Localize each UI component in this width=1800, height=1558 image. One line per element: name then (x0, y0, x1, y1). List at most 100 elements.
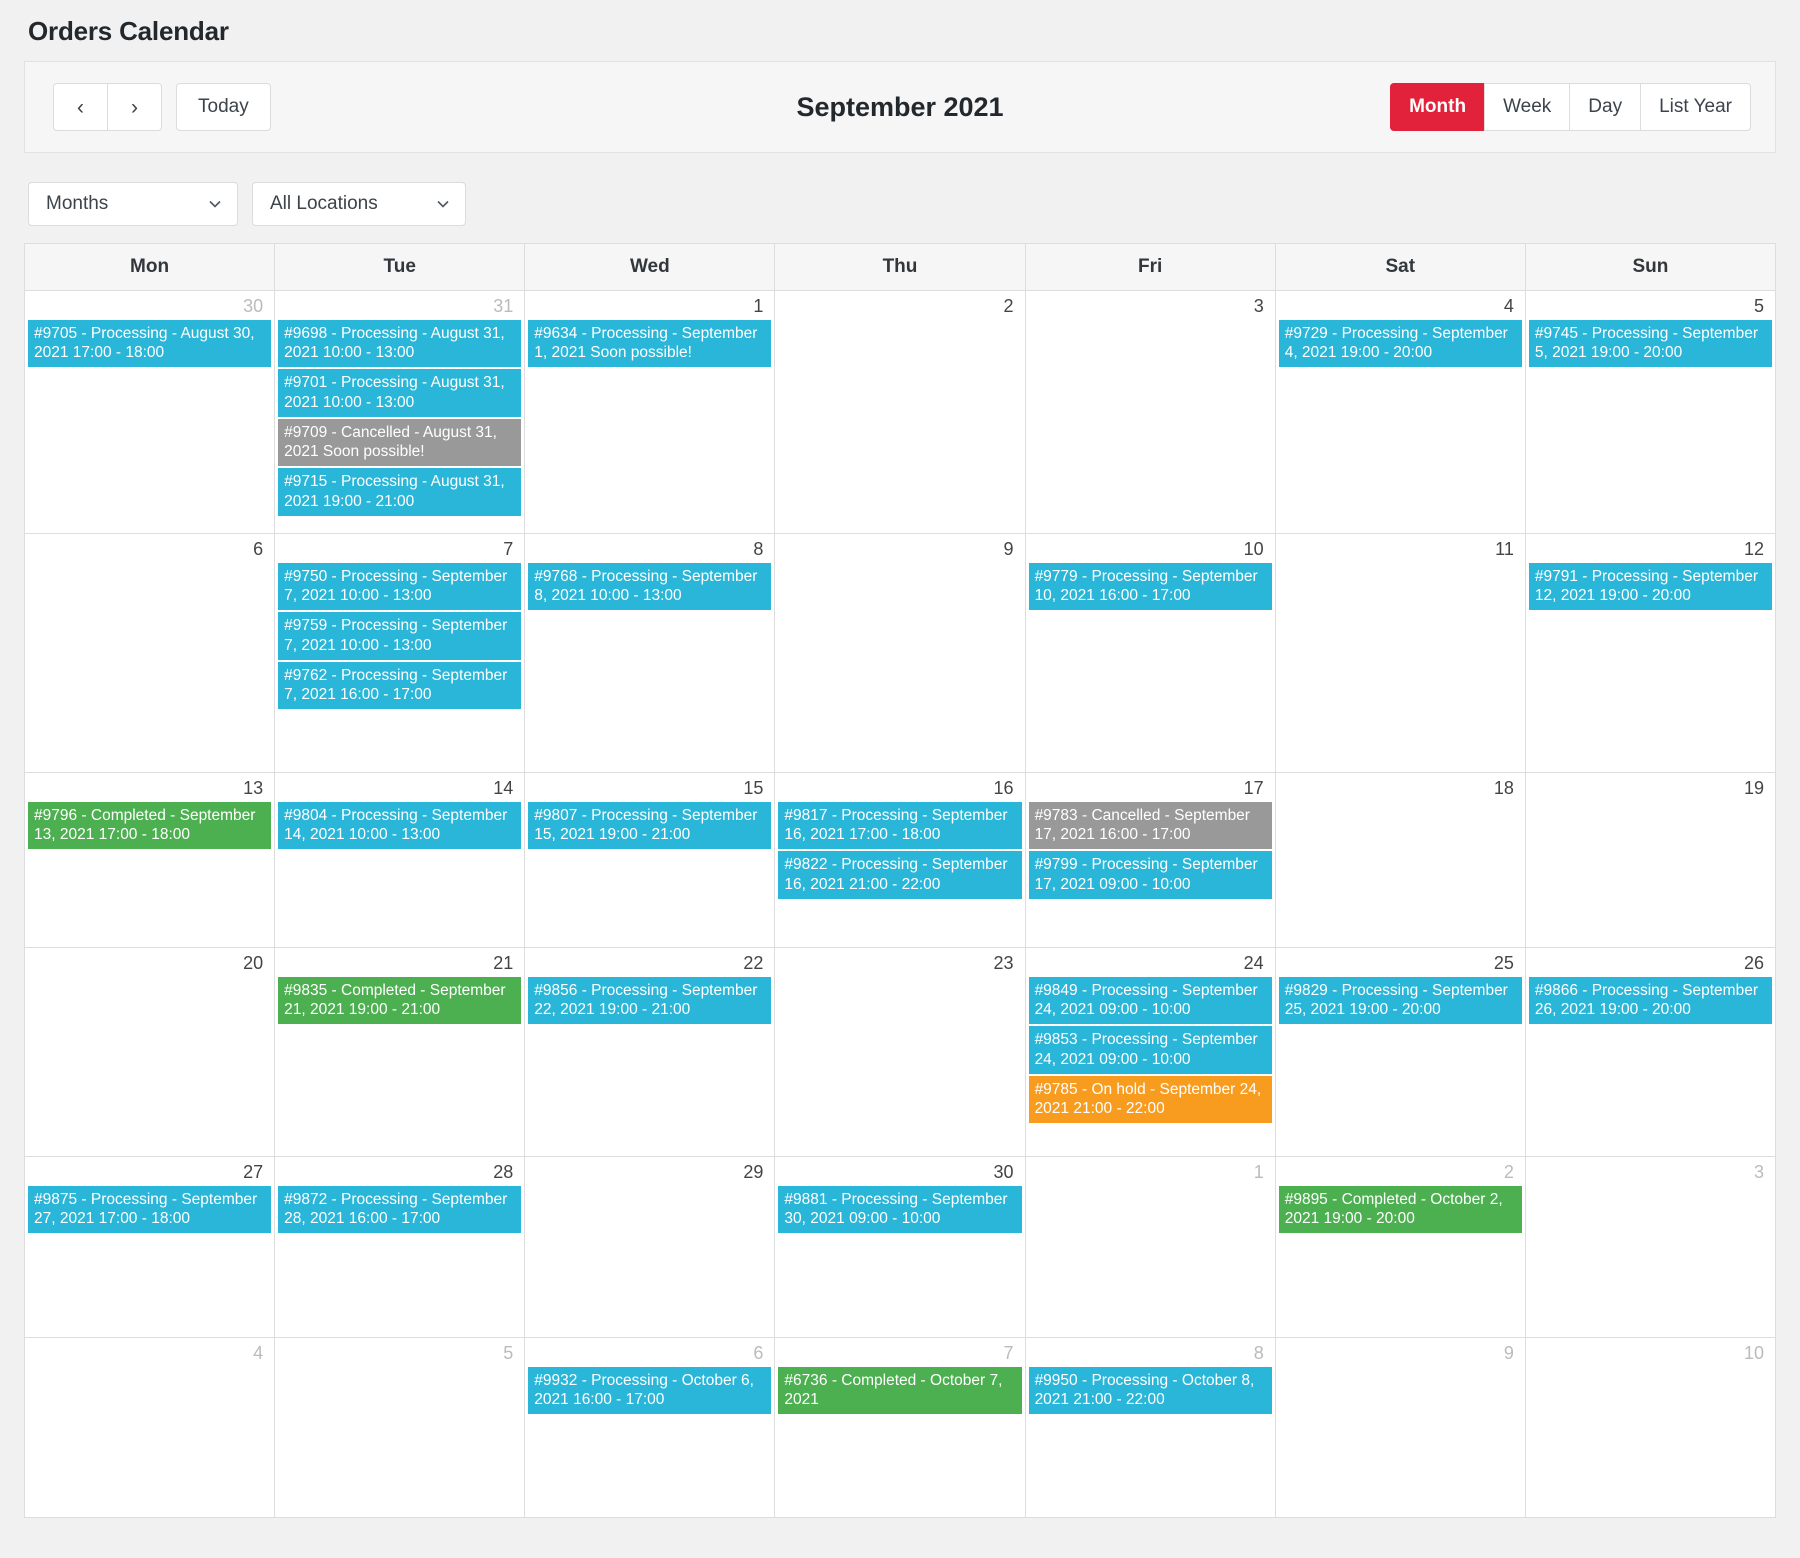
day-cell[interactable]: 2 #9895 - Completed - October 2, 2021 19:… (1275, 1157, 1526, 1338)
calendar-event[interactable]: #9745 - Processing - September 5, 2021 1… (1528, 320, 1772, 368)
day-cell[interactable]: 28 #9872 - Processing - September 28, 202… (275, 1157, 526, 1338)
calendar-event[interactable]: #9881 - Processing - September 30, 2021 … (778, 1186, 1022, 1234)
day-cell[interactable]: 31 #9698 - Processing - August 31, 2021 1… (275, 291, 526, 534)
calendar-event[interactable]: #9705 - Processing - August 30, 2021 17:… (28, 320, 272, 368)
calendar-event[interactable]: #9698 - Processing - August 31, 2021 10:… (278, 320, 522, 368)
day-cell[interactable]: 21 #9835 - Completed - September 21, 2021… (275, 948, 526, 1157)
day-number: 13 (243, 778, 264, 798)
prev-month-button[interactable]: ‹ (53, 83, 108, 131)
day-cell[interactable]: 14 #9804 - Processing - September 14, 202… (275, 773, 526, 948)
day-cell[interactable]: 16 #9817 - Processing - September 16, 202… (775, 773, 1026, 948)
calendar-event[interactable]: #9759 - Processing - September 7, 2021 1… (278, 612, 522, 660)
day-cell[interactable]: 10 #9779 - Processing - September 10, 202… (1025, 534, 1276, 773)
calendar-event[interactable]: #9701 - Processing - August 31, 2021 10:… (278, 369, 522, 417)
day-cell[interactable]: 15 #9807 - Processing - September 15, 202… (525, 773, 776, 948)
calendar-event[interactable]: #9853 - Processing - September 24, 2021 … (1028, 1026, 1272, 1074)
day-cell[interactable]: 25 #9829 - Processing - September 25, 202… (1275, 948, 1526, 1157)
day-cell[interactable]: 1 (1025, 1157, 1276, 1338)
calendar-event[interactable]: #9817 - Processing - September 16, 2021 … (778, 802, 1022, 850)
calendar-event[interactable]: #9822 - Processing - September 16, 2021 … (778, 851, 1022, 899)
calendar-event[interactable]: #9785 - On hold - September 24, 2021 21:… (1028, 1075, 1272, 1124)
next-month-button[interactable]: › (107, 83, 162, 131)
day-number: 26 (1743, 953, 1764, 973)
week-row: 30 #9705 - Processing - August 30, 2021 1… (25, 291, 1776, 534)
day-cell[interactable]: 13 #9796 - Completed - September 13, 2021… (25, 773, 276, 948)
calendar-event[interactable]: #9835 - Completed - September 21, 2021 1… (278, 977, 522, 1025)
calendar-event[interactable]: #9849 - Processing - September 24, 2021 … (1028, 977, 1272, 1025)
calendar-event[interactable]: #9762 - Processing - September 7, 2021 1… (278, 661, 522, 710)
calendar-event[interactable]: #9950 - Processing - October 8, 2021 21:… (1028, 1367, 1272, 1415)
day-cell[interactable]: 29 (525, 1157, 776, 1338)
day-cell[interactable]: 5 #9745 - Processing - September 5, 2021 … (1525, 291, 1776, 534)
calendar-event[interactable]: #9796 - Completed - September 13, 2021 1… (28, 802, 272, 850)
calendar-event[interactable]: #9715 - Processing - August 31, 2021 19:… (278, 468, 522, 516)
calendar-event[interactable]: #9791 - Processing - September 12, 2021 … (1528, 563, 1772, 611)
day-events: #9729 - Processing - September 4, 2021 1… (1276, 320, 1525, 371)
day-cell[interactable]: 8 #9768 - Processing - September 8, 2021 … (525, 534, 776, 773)
day-number: 5 (503, 1343, 514, 1363)
view-button-list-year[interactable]: List Year (1640, 83, 1751, 131)
day-cell[interactable]: 1 #9634 - Processing - September 1, 2021 … (525, 291, 776, 534)
day-cell[interactable]: 4 (25, 1338, 276, 1518)
calendar-event[interactable]: #9804 - Processing - September 14, 2021 … (278, 802, 522, 850)
day-cell[interactable]: 30 #9705 - Processing - August 30, 2021 1… (25, 291, 276, 534)
chevron-down-icon (437, 198, 449, 210)
day-cell[interactable]: 7 #9750 - Processing - September 7, 2021 … (275, 534, 526, 773)
calendar-event[interactable]: #9932 - Processing - October 6, 2021 16:… (528, 1367, 772, 1415)
day-cell[interactable]: 12 #9791 - Processing - September 12, 202… (1525, 534, 1776, 773)
day-cell[interactable]: 9 (1275, 1338, 1526, 1518)
day-cell[interactable]: 2 (775, 291, 1026, 534)
calendar-event[interactable]: #9783 - Cancelled - September 17, 2021 1… (1028, 802, 1272, 850)
calendar-event[interactable]: #9866 - Processing - September 26, 2021 … (1528, 977, 1772, 1025)
dow-thu: Thu (775, 244, 1026, 291)
view-button-week[interactable]: Week (1484, 83, 1571, 131)
day-cell[interactable]: 3 (1025, 291, 1276, 534)
day-cell[interactable]: 22 #9856 - Processing - September 22, 202… (525, 948, 776, 1157)
day-cell[interactable]: 27 #9875 - Processing - September 27, 202… (25, 1157, 276, 1338)
calendar-event[interactable]: #9750 - Processing - September 7, 2021 1… (278, 563, 522, 611)
calendar-event[interactable]: #9768 - Processing - September 8, 2021 1… (528, 563, 772, 611)
day-number: 14 (493, 778, 514, 798)
calendar-event[interactable]: #9872 - Processing - September 28, 2021 … (278, 1186, 522, 1234)
day-cell[interactable]: 11 (1275, 534, 1526, 773)
day-number: 20 (243, 953, 264, 973)
day-cell[interactable]: 23 (775, 948, 1026, 1157)
calendar-event[interactable]: #9829 - Processing - September 25, 2021 … (1278, 977, 1522, 1025)
day-cell[interactable]: 7 #6736 - Completed - October 7, 2021 (775, 1338, 1026, 1518)
calendar-event[interactable]: #6736 - Completed - October 7, 2021 (778, 1367, 1022, 1415)
day-cell[interactable]: 8 #9950 - Processing - October 8, 2021 21… (1025, 1338, 1276, 1518)
period-select[interactable]: Months (28, 182, 238, 226)
calendar-event[interactable]: #9779 - Processing - September 10, 2021 … (1028, 563, 1272, 611)
calendar-event[interactable]: #9875 - Processing - September 27, 2021 … (28, 1186, 272, 1234)
day-events (1276, 802, 1525, 804)
day-cell[interactable]: 20 (25, 948, 276, 1157)
calendar-event[interactable]: #9729 - Processing - September 4, 2021 1… (1278, 320, 1522, 368)
calendar-event[interactable]: #9799 - Processing - September 17, 2021 … (1028, 851, 1272, 899)
day-cell[interactable]: 18 (1275, 773, 1526, 948)
calendar-event[interactable]: #9709 - Cancelled - August 31, 2021 Soon… (278, 418, 522, 467)
day-cell[interactable]: 4 #9729 - Processing - September 4, 2021 … (1275, 291, 1526, 534)
calendar-event[interactable]: #9634 - Processing - September 1, 2021 S… (528, 320, 772, 368)
day-cell[interactable]: 19 (1525, 773, 1776, 948)
day-number: 6 (753, 1343, 764, 1363)
calendar-event[interactable]: #9856 - Processing - September 22, 2021 … (528, 977, 772, 1025)
day-cell[interactable]: 5 (275, 1338, 526, 1518)
calendar-event[interactable]: #9807 - Processing - September 15, 2021 … (528, 802, 772, 850)
day-events: #9745 - Processing - September 5, 2021 1… (1526, 320, 1775, 371)
day-cell[interactable]: 30 #9881 - Processing - September 30, 202… (775, 1157, 1026, 1338)
today-button[interactable]: Today (176, 83, 271, 131)
day-cell[interactable]: 17 #9783 - Cancelled - September 17, 2021… (1025, 773, 1276, 948)
day-cell[interactable]: 24 #9849 - Processing - September 24, 202… (1025, 948, 1276, 1157)
day-cell[interactable]: 6 (25, 534, 276, 773)
day-cell[interactable]: 9 (775, 534, 1026, 773)
day-cell[interactable]: 3 (1525, 1157, 1776, 1338)
view-button-month[interactable]: Month (1390, 83, 1486, 131)
view-button-day[interactable]: Day (1569, 83, 1642, 131)
calendar-event[interactable]: #9895 - Completed - October 2, 2021 19:0… (1278, 1186, 1522, 1234)
filters-bar: Months All Locations (24, 153, 1776, 243)
day-cell[interactable]: 26 #9866 - Processing - September 26, 202… (1525, 948, 1776, 1157)
location-select[interactable]: All Locations (252, 182, 466, 226)
day-cell[interactable]: 6 #9932 - Processing - October 6, 2021 16… (525, 1338, 776, 1518)
day-cell[interactable]: 10 (1525, 1338, 1776, 1518)
day-events: #9866 - Processing - September 26, 2021 … (1526, 977, 1775, 1028)
